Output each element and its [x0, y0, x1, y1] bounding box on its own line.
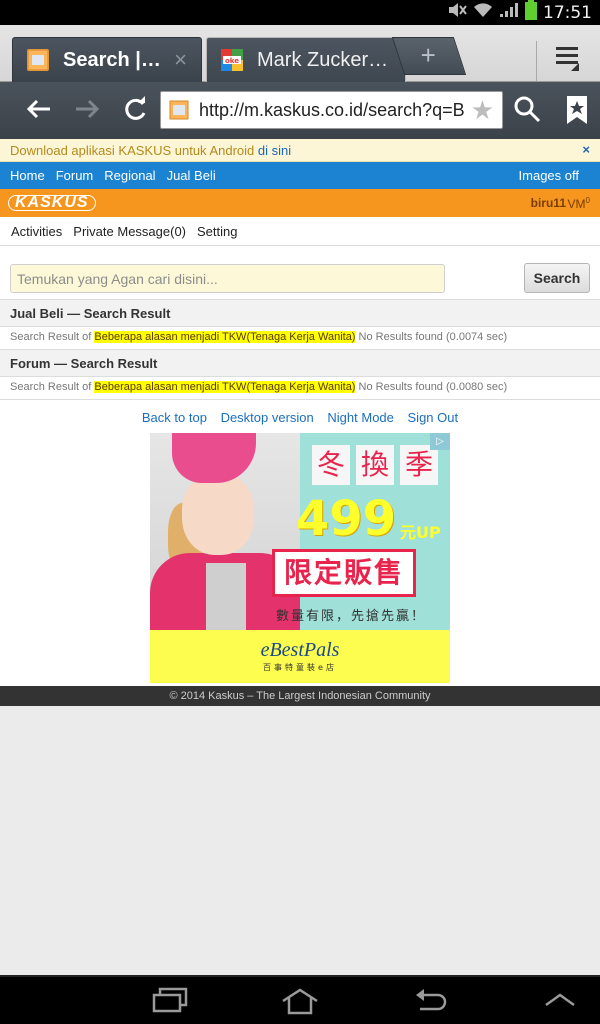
- close-tab-icon[interactable]: ×: [174, 47, 187, 73]
- copyright-footer: © 2014 Kaskus – The Largest Indonesian C…: [0, 686, 600, 706]
- clock: 17:51: [543, 2, 592, 23]
- tab-search[interactable]: Search |… ×: [12, 37, 202, 82]
- tab-strip: Search |… × oke Mark Zucker… +: [0, 25, 600, 82]
- tab-title: Mark Zucker…: [257, 48, 389, 71]
- kaskus-favicon-icon: [27, 49, 49, 71]
- setting-link[interactable]: Setting: [197, 224, 237, 239]
- banner-text: Download aplikasi KASKUS untuk Android: [10, 143, 255, 158]
- images-off-toggle[interactable]: Images off: [519, 168, 579, 183]
- search-input[interactable]: [10, 264, 445, 293]
- tab-mark-zuckerberg[interactable]: oke Mark Zucker…: [206, 37, 406, 82]
- ad-limited-sale: 限定販售: [272, 549, 416, 597]
- ad-brand-name: eBestPals: [260, 639, 340, 661]
- search-result-summary: Search Result of Beberapa alasan menjadi…: [0, 327, 600, 350]
- kaskus-favicon-icon: [169, 100, 189, 120]
- plus-icon: +: [421, 40, 437, 70]
- home-icon[interactable]: [280, 987, 320, 1020]
- result-prefix: Search Result of: [10, 381, 92, 393]
- main-nav: Home Forum Regional Jual Beli Images off: [0, 162, 600, 189]
- ad-char: 季: [400, 445, 438, 485]
- ad-quantity-text: 數量有限，先搶先贏！: [276, 609, 427, 624]
- bookmarks-icon: [567, 96, 587, 124]
- download-link[interactable]: di sini: [258, 143, 291, 158]
- bookmark-star-icon[interactable]: ★: [471, 95, 494, 126]
- status-bar: 17:51: [0, 0, 600, 25]
- kaskus-logo[interactable]: KASKUS: [8, 195, 96, 211]
- result-status: No Results found (0.0080 sec): [358, 381, 508, 393]
- oke-favicon-icon: oke: [221, 49, 243, 71]
- browser-toolbar: ★: [0, 82, 600, 139]
- adchoices-icon[interactable]: ▷: [430, 433, 450, 450]
- vm-count: 0: [585, 196, 590, 205]
- ad-char: 換: [356, 445, 394, 485]
- search-button[interactable]: [510, 94, 544, 128]
- svg-text:oke: oke: [225, 57, 239, 65]
- vm-label: VM: [567, 197, 586, 211]
- section-heading: Forum — Search Result: [0, 350, 600, 377]
- back-nav-icon[interactable]: [412, 987, 448, 1020]
- footer-links: Back to top Desktop version Night Mode S…: [0, 400, 600, 433]
- private-message-link[interactable]: Private Message(0): [73, 224, 186, 239]
- user-subnav: Activities Private Message(0) Setting: [0, 217, 600, 246]
- reload-button[interactable]: [118, 94, 152, 128]
- search-icon: [514, 96, 541, 123]
- back-to-top-link[interactable]: Back to top: [142, 410, 207, 425]
- reload-icon: [125, 96, 146, 120]
- close-banner-icon[interactable]: ×: [582, 142, 590, 157]
- browser-menu-button[interactable]: [536, 41, 596, 81]
- back-button[interactable]: [22, 94, 56, 128]
- signal-icon: [499, 2, 519, 23]
- search-submit-button[interactable]: Search: [524, 263, 590, 293]
- night-mode-link[interactable]: Night Mode: [327, 410, 393, 425]
- battery-icon: [525, 0, 537, 25]
- ad-brand: eBestPals 百事特童裝e店: [150, 630, 450, 683]
- app-download-banner: Download aplikasi KASKUS untuk Android d…: [0, 139, 600, 162]
- logo-bar: KASKUS biru11 VM0: [0, 189, 600, 217]
- address-bar[interactable]: ★: [160, 91, 503, 129]
- forward-button[interactable]: [70, 94, 104, 128]
- section-heading: Jual Beli — Search Result: [0, 300, 600, 327]
- forward-arrow-icon: [76, 99, 100, 119]
- url-input[interactable]: [199, 95, 471, 125]
- nav-regional[interactable]: Regional: [104, 168, 155, 183]
- username-link[interactable]: biru11: [531, 196, 566, 210]
- sign-out-link[interactable]: Sign Out: [408, 410, 459, 425]
- activities-link[interactable]: Activities: [11, 224, 62, 239]
- bookmarks-button[interactable]: [560, 94, 594, 128]
- result-status: No Results found (0.0074 sec): [358, 331, 508, 343]
- ad-price: 499: [296, 491, 397, 547]
- ad-photo: [150, 433, 300, 630]
- back-arrow-icon: [26, 99, 50, 119]
- result-query: Beberapa alasan menjadi TKW(Tenaga Kerja…: [94, 381, 356, 393]
- chevron-up-icon[interactable]: [544, 991, 576, 1012]
- ad-price-suffix: 元UP: [400, 523, 441, 542]
- result-query: Beberapa alasan menjadi TKW(Tenaga Kerja…: [94, 331, 356, 343]
- mute-icon: [447, 2, 467, 23]
- ad-char: 冬: [312, 445, 350, 485]
- web-page: Download aplikasi KASKUS untuk Android d…: [0, 139, 600, 706]
- system-nav-bar: [0, 975, 600, 1024]
- result-prefix: Search Result of: [10, 331, 92, 343]
- tab-title: Search |…: [63, 48, 161, 71]
- search-form: Search: [0, 246, 600, 300]
- advertisement-banner[interactable]: 冬 換 季 499 元UP 限定販售 數量有限，先搶先贏！ ▷ eBestPal…: [150, 433, 450, 683]
- nav-home[interactable]: Home: [10, 168, 45, 183]
- ad-brand-sub: 百事特童裝e店: [263, 663, 337, 672]
- visitor-message-link[interactable]: VM0: [568, 196, 590, 211]
- new-tab-button[interactable]: +: [391, 37, 467, 75]
- recent-apps-icon[interactable]: [152, 987, 188, 1018]
- search-result-summary: Search Result of Beberapa alasan menjadi…: [0, 377, 600, 400]
- desktop-version-link[interactable]: Desktop version: [221, 410, 314, 425]
- nav-jual-beli[interactable]: Jual Beli: [167, 168, 216, 183]
- wifi-icon: [473, 2, 493, 23]
- ad-season-text: 冬 換 季: [300, 445, 450, 485]
- nav-forum[interactable]: Forum: [56, 168, 94, 183]
